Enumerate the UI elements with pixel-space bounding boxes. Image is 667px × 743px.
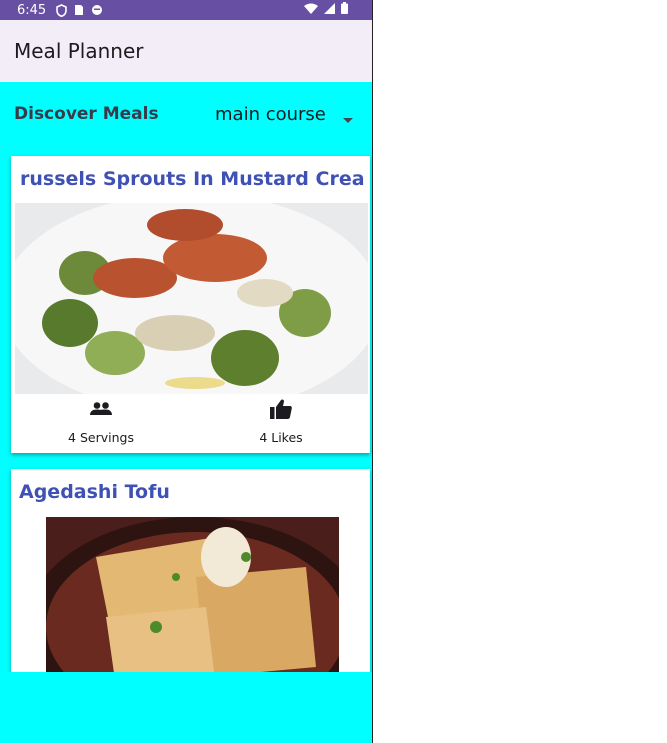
sim-card-icon bbox=[74, 4, 84, 16]
phone-screen: 6:45 Meal Planner Discover Meals main co… bbox=[0, 0, 372, 743]
dropdown-arrow-icon bbox=[343, 109, 353, 128]
thumbs-up-icon bbox=[201, 396, 361, 422]
likes-text: 4 Likes bbox=[259, 430, 303, 445]
status-bar: 6:45 bbox=[0, 0, 372, 20]
meal-type-dropdown[interactable]: main course bbox=[215, 100, 365, 128]
discover-meals-label: Discover Meals bbox=[14, 104, 159, 124]
shield-icon bbox=[56, 3, 68, 17]
people-icon bbox=[21, 396, 181, 422]
filter-row: Discover Meals main course bbox=[0, 82, 372, 146]
circle-app-icon bbox=[91, 4, 103, 16]
status-time: 6:45 bbox=[17, 2, 47, 18]
servings-stat: 4 Servings bbox=[21, 396, 181, 445]
signal-icon bbox=[324, 2, 335, 18]
meal-card[interactable]: russels Sprouts In Mustard Cream S bbox=[11, 156, 370, 453]
list-bottom-area bbox=[0, 672, 372, 743]
meal-image bbox=[15, 203, 368, 394]
meal-card[interactable]: Agedashi Tofu bbox=[11, 469, 370, 679]
meal-image bbox=[46, 517, 339, 679]
battery-icon bbox=[341, 2, 348, 18]
app-bar: Meal Planner bbox=[0, 20, 372, 82]
phone-edge bbox=[372, 0, 373, 743]
meal-type-selected: main course bbox=[215, 103, 326, 125]
wifi-icon bbox=[304, 3, 318, 18]
servings-text: 4 Servings bbox=[68, 430, 134, 445]
app-title: Meal Planner bbox=[14, 39, 144, 63]
meal-title: Agedashi Tofu bbox=[19, 481, 170, 503]
likes-stat: 4 Likes bbox=[201, 396, 361, 445]
meal-title: russels Sprouts In Mustard Cream S bbox=[20, 168, 365, 190]
